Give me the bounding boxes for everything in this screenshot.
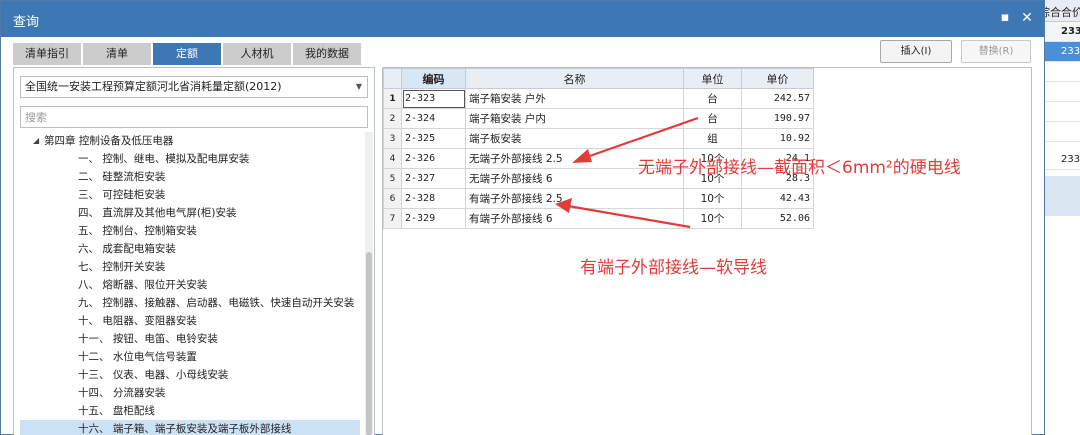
column-header-unit[interactable]: 单位	[683, 68, 742, 89]
query-dialog: 查询 ▪ ✕ 清单指引 清单 定额 人材机 我的数据 插入(I) 替换(R) 全…	[0, 0, 1045, 435]
cell-price[interactable]: 52.06	[741, 208, 814, 229]
cell-price[interactable]: 190.97	[741, 108, 814, 129]
chapter-tree: ◢ 第四章 控制设备及低压电器 一、 控制、继电、模拟及配电屏安装 二、 硅整流…	[20, 132, 360, 435]
tree-item[interactable]: 三、 可控硅柜安装	[20, 186, 360, 204]
cell-price[interactable]: 42.43	[741, 188, 814, 209]
cell-name[interactable]: 有端子外部接线 6	[465, 208, 684, 229]
tree-item[interactable]: 八、 熔断器、限位开关安装	[20, 276, 360, 294]
tree-item[interactable]: 六、 成套配电箱安装	[20, 240, 360, 258]
tree-chapter-label: 第四章 控制设备及低压电器	[44, 135, 174, 147]
quota-table: 编码 名称 单位 单价 1 2-323 端子箱安装 户外 台 242.57 2 …	[383, 68, 814, 229]
tree-item[interactable]: 十、 电阻器、变阻器安装	[20, 312, 360, 330]
column-header-price[interactable]: 单价	[741, 68, 814, 89]
table-header-row: 编码 名称 单位 单价	[383, 68, 814, 89]
row-number: 1	[383, 88, 402, 109]
cell-name[interactable]: 端子板安装	[465, 128, 684, 149]
row-number: 2	[383, 108, 402, 129]
cell-unit[interactable]: 组	[683, 128, 742, 149]
tree-item[interactable]: 九、 控制器、接触器、启动器、电磁铁、快速自动开关安装	[20, 294, 360, 312]
column-header-name[interactable]: 名称	[465, 68, 684, 89]
cell-unit[interactable]: 台	[683, 108, 742, 129]
cell-code[interactable]: 2-328	[401, 188, 466, 209]
tab-bill[interactable]: 清单	[83, 43, 151, 65]
tree-item[interactable]: 七、 控制开关安装	[20, 258, 360, 276]
table-row[interactable]: 1 2-323 端子箱安装 户外 台 242.57	[383, 88, 814, 109]
tree-item[interactable]: 十二、 水位电气信号装置	[20, 348, 360, 366]
replace-button[interactable]: 替换(R)	[961, 40, 1031, 63]
tree-item-selected[interactable]: 十六、 端子箱、端子板安装及端子板外部接线	[20, 420, 360, 435]
quota-results-panel: 编码 名称 单位 单价 1 2-323 端子箱安装 户外 台 242.57 2 …	[382, 67, 1032, 435]
maximize-icon[interactable]: ▪	[997, 10, 1013, 26]
tab-labor-material[interactable]: 人材机	[223, 43, 291, 65]
tree-item[interactable]: 十三、 仪表、电器、小母线安装	[20, 366, 360, 384]
tree-scrollbar[interactable]	[365, 132, 373, 435]
table-row[interactable]: 3 2-325 端子板安装 组 10.92	[383, 128, 814, 149]
quota-library-value: 全国统一安装工程预算定额河北省消耗量定额(2012)	[25, 80, 282, 93]
dialog-titlebar[interactable]: 查询 ▪ ✕	[1, 1, 1044, 37]
row-number-header	[383, 68, 402, 89]
cell-name[interactable]: 有端子外部接线 2.5	[465, 188, 684, 209]
collapse-triangle-icon[interactable]: ◢	[33, 132, 39, 150]
dialog-title: 查询	[13, 15, 40, 30]
annotation-hard-wire: 无端子外部接线—截面积＜6mm²的硬电线	[638, 158, 961, 178]
annotation-soft-wire: 有端子外部接线—软导线	[580, 258, 767, 278]
quota-library-select[interactable]: 全国统一安装工程预算定额河北省消耗量定额(2012) ▼	[20, 76, 368, 98]
tree-item[interactable]: 五、 控制台、控制箱安装	[20, 222, 360, 240]
cell-price[interactable]: 10.92	[741, 128, 814, 149]
insert-button[interactable]: 插入(I)	[880, 40, 952, 63]
tree-chapter[interactable]: ◢ 第四章 控制设备及低压电器	[20, 132, 360, 150]
cell-code[interactable]: 2-327	[401, 168, 466, 189]
tab-my-data[interactable]: 我的数据	[293, 43, 361, 65]
cell-price[interactable]: 242.57	[741, 88, 814, 109]
table-row[interactable]: 2 2-324 端子箱安装 户内 台 190.97	[383, 108, 814, 129]
quota-library-panel: 全国统一安装工程预算定额河北省消耗量定额(2012) ▼ ◢ 第四章 控制设备及…	[13, 67, 375, 435]
close-icon[interactable]: ✕	[1019, 10, 1035, 26]
tree-item[interactable]: 十一、 按钮、电笛、电铃安装	[20, 330, 360, 348]
cell-unit[interactable]: 台	[683, 88, 742, 109]
tree-item[interactable]: 十五、 盘柜配线	[20, 402, 360, 420]
cell-code[interactable]: 2-329	[401, 208, 466, 229]
tree-item[interactable]: 一、 控制、继电、模拟及配电屏安装	[20, 150, 360, 168]
cell-code[interactable]: 2-326	[401, 148, 466, 169]
cell-code[interactable]: 2-325	[401, 128, 466, 149]
row-number: 4	[383, 148, 402, 169]
cell-name[interactable]: 端子箱安装 户外	[465, 88, 684, 109]
row-number: 7	[383, 208, 402, 229]
table-row[interactable]: 7 2-329 有端子外部接线 6 10个 52.06	[383, 208, 814, 229]
chevron-down-icon[interactable]: ▼	[356, 77, 362, 97]
column-header-code[interactable]: 编码	[401, 68, 466, 89]
cell-name[interactable]: 端子箱安装 户内	[465, 108, 684, 129]
cell-unit[interactable]: 10个	[683, 208, 742, 229]
tab-bill-guide[interactable]: 清单指引	[13, 43, 81, 65]
tree-item[interactable]: 十四、 分流器安装	[20, 384, 360, 402]
row-number: 5	[383, 168, 402, 189]
row-number: 3	[383, 128, 402, 149]
scrollbar-thumb[interactable]	[366, 252, 372, 435]
row-number: 6	[383, 188, 402, 209]
tab-quota[interactable]: 定额	[153, 43, 221, 65]
tree-item[interactable]: 二、 硅整流柜安装	[20, 168, 360, 186]
cell-code[interactable]: 2-323	[401, 88, 466, 109]
tree-item[interactable]: 四、 直流屏及其他电气屏(柜)安装	[20, 204, 360, 222]
table-row[interactable]: 6 2-328 有端子外部接线 2.5 10个 42.43	[383, 188, 814, 209]
cell-unit[interactable]: 10个	[683, 188, 742, 209]
cell-code[interactable]: 2-324	[401, 108, 466, 129]
search-input[interactable]	[20, 106, 368, 128]
